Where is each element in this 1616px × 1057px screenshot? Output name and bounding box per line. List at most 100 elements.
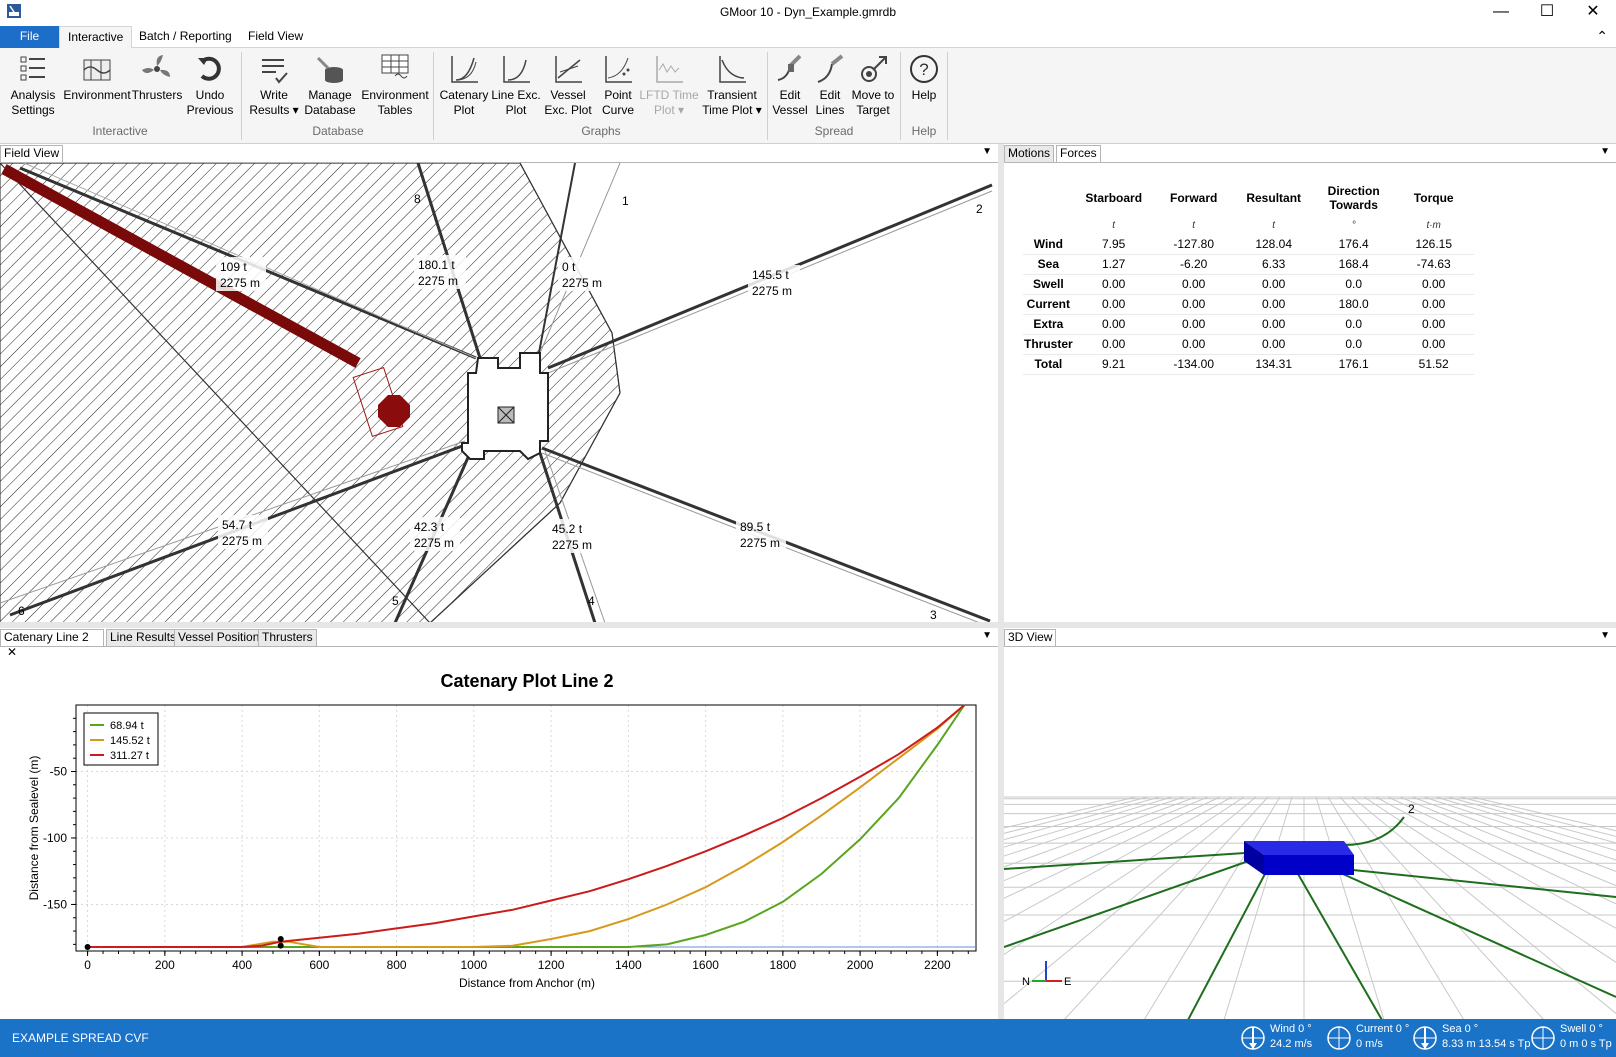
undo-previous-button[interactable]: Undo Previous: [186, 52, 234, 118]
environment-tables-label-2: Tables: [377, 103, 413, 117]
thrusters-label: Thrusters: [131, 88, 183, 102]
table-row: Extra 0.00 0.00 0.00 0.0 0.00: [1023, 314, 1474, 335]
write-results-button[interactable]: Write Results ▾: [246, 52, 302, 118]
pane-menu-icon[interactable]: ▼: [1600, 146, 1610, 157]
move-to-target-button[interactable]: Move to Target: [848, 52, 898, 118]
field-view-canvas[interactable]: 1 2 3 4 5 6 8 109 t 2275 m 180.1 t 2275 …: [0, 162, 998, 622]
manage-database-label-1: Manage: [308, 88, 352, 102]
field-view-pane: Field View ▼ 1 2 3 4 5 6 8 109 t 2275 m …: [0, 144, 998, 622]
maximize-button[interactable]: ☐: [1524, 0, 1570, 26]
title-bar: GMoor 10 - Dyn_Example.gmrdb — ☐ ✕: [0, 0, 1616, 26]
view3d-canvas[interactable]: 2 N E: [1004, 646, 1616, 1019]
edit-lines-button[interactable]: Edit Lines: [810, 52, 850, 118]
table-row: Current 0.00 0.00 0.00 180.0 0.00: [1023, 294, 1474, 315]
current-speed: 0 m/s: [1356, 1038, 1383, 1050]
tab-forces[interactable]: Forces: [1056, 145, 1101, 162]
tension-label: 0 t: [562, 260, 576, 274]
x-tick-label: 400: [232, 958, 252, 972]
x-tick-label: 1400: [615, 958, 642, 972]
line-number: 5: [392, 594, 399, 608]
x-tick-label: 1000: [461, 958, 488, 972]
wind-speed: 24.2 m/s: [1270, 1038, 1313, 1050]
tab-line-results[interactable]: Line Results: [106, 629, 181, 646]
ribbon-collapse-icon[interactable]: ⌃: [1596, 28, 1608, 45]
vessel-exc-plot-button[interactable]: Vessel Exc. Plot: [540, 52, 596, 118]
environment-button[interactable]: Environment: [62, 52, 132, 103]
tab-interactive[interactable]: Interactive: [59, 26, 133, 49]
value-cell: 0.0: [1313, 274, 1394, 295]
close-button[interactable]: ✕: [1570, 0, 1616, 26]
sea-direction-icon: [1413, 1026, 1437, 1050]
value-cell: 176.4: [1313, 234, 1394, 255]
value-cell: 0.00: [1393, 274, 1474, 295]
anchor-point: [84, 944, 91, 951]
thrusters-button[interactable]: Thrusters: [130, 52, 184, 103]
view3d-pane: 3D View ▼ 2 N E: [1004, 628, 1616, 1019]
value-cell: 0.00: [1233, 274, 1314, 295]
manage-database-button[interactable]: Manage Database: [302, 52, 358, 118]
transient-time-plot-label-1: Transient: [707, 88, 757, 102]
x-tick-label: 1200: [538, 958, 565, 972]
lftd-time-plot-button[interactable]: LFTD Time Plot ▾: [638, 52, 700, 118]
tab-batch-reporting[interactable]: Batch / Reporting: [131, 26, 240, 48]
scene-3d[interactable]: 2 N E: [1004, 647, 1616, 1019]
row-label: Total: [1023, 354, 1074, 375]
transient-time-plot-icon: [719, 56, 746, 83]
group-separator: [433, 52, 434, 140]
tension-label: 45.2 t: [552, 522, 583, 536]
help-button[interactable]: ? Help: [904, 52, 944, 103]
tab-field-view[interactable]: Field View: [240, 26, 311, 48]
tension-label: 109 t: [220, 260, 247, 274]
tab-file[interactable]: File: [0, 26, 59, 48]
edit-lines-label-1: Edit: [819, 88, 841, 102]
minimize-button[interactable]: —: [1478, 0, 1524, 26]
chart-legend: 68.94 t 145.52 t 311.27 t: [83, 712, 159, 766]
analysis-settings-label-2: Settings: [11, 103, 55, 117]
undo-label-2: Previous: [186, 103, 234, 117]
environment-tables-button[interactable]: Environment Tables: [360, 52, 430, 118]
ribbon-tab-bar: File Interactive Batch / Reporting Field…: [0, 26, 1616, 49]
clump-point: [277, 936, 284, 943]
lftd-time-plot-icon: [656, 56, 683, 83]
value-cell: 0.00: [1073, 314, 1154, 335]
tab-3d-view[interactable]: 3D View: [1004, 629, 1057, 646]
unit-cell: t: [1112, 219, 1116, 231]
value-cell: 180.0: [1313, 294, 1394, 315]
x-tick-label: 200: [155, 958, 175, 972]
tab-vessel-position[interactable]: Vessel Position: [174, 629, 264, 646]
tension-label: 89.5 t: [740, 520, 771, 534]
tab-catenary-line-2[interactable]: Catenary Line 2 ✕: [0, 629, 104, 659]
chart-series: [84, 704, 976, 951]
units-row: t t t ° t·m: [1023, 216, 1474, 234]
tab-motions[interactable]: Motions: [1004, 145, 1055, 162]
catenary-chart[interactable]: Catenary Plot Line 2 0 200 400 600 800 1000 12…: [0, 647, 998, 1020]
pane-menu-icon[interactable]: ▼: [982, 630, 992, 641]
tab-field-view-pane[interactable]: Field View: [0, 145, 64, 162]
transient-time-plot-button[interactable]: Transient Time Plot ▾: [700, 52, 764, 118]
table-row: Swell 0.00 0.00 0.00 0.0 0.00: [1023, 274, 1474, 295]
legend-label: 68.94 t: [110, 720, 144, 732]
group-label-graphs: Graphs: [581, 124, 621, 138]
forces-table: Starboard Forward Resultant Direction To…: [1023, 180, 1474, 375]
point-curve-button[interactable]: Point Curve: [596, 52, 640, 118]
field-plan-view[interactable]: 1 2 3 4 5 6 8 109 t 2275 m 180.1 t 2275 …: [0, 163, 998, 622]
point-curve-label-1: Point: [604, 88, 632, 102]
tension-label: 54.7 t: [222, 518, 253, 532]
value-cell: 0.00: [1073, 294, 1154, 315]
tension-label: 145.5 t: [752, 268, 789, 282]
catenary-pane: Catenary Line 2 ✕ Line Results Vessel Po…: [0, 628, 998, 1019]
value-cell: -134.00: [1153, 354, 1234, 375]
swell-direction-icon: [1531, 1026, 1555, 1050]
header-torque: Torque: [1413, 191, 1454, 205]
group-label-spread: Spread: [814, 124, 854, 138]
analysis-settings-button[interactable]: Analysis Settings: [6, 52, 60, 118]
pane-menu-icon[interactable]: ▼: [1600, 630, 1610, 641]
value-cell: 0.00: [1153, 294, 1234, 315]
wind-direction-icon: [1241, 1026, 1265, 1050]
edit-vessel-button[interactable]: Edit Vessel: [770, 52, 810, 118]
tab-thrusters[interactable]: Thrusters: [258, 629, 317, 646]
line-exc-plot-button[interactable]: Line Exc. Plot: [490, 52, 542, 118]
value-cell: 128.04: [1233, 234, 1314, 255]
pane-menu-icon[interactable]: ▼: [982, 146, 992, 157]
catenary-plot-button[interactable]: Catenary Plot: [438, 52, 490, 118]
